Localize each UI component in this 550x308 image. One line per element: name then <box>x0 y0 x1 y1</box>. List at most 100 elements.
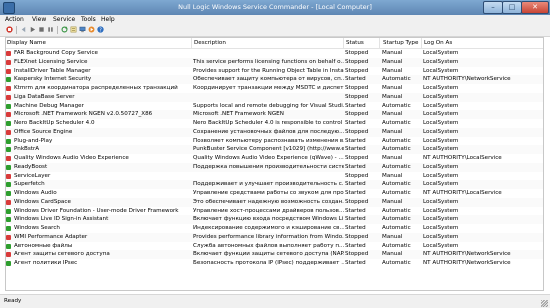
table-row[interactable]: ServiceLayer Stopped Manual LocalSystem <box>5 172 544 181</box>
status-text: Ready <box>4 298 22 304</box>
service-stopped-icon <box>6 199 11 205</box>
table-row[interactable]: PnkBstrA PunkBuster Service Component [v1… <box>5 145 544 154</box>
table-row[interactable]: Liga DataBase Server Stopped Manual LocalSy… <box>5 92 544 102</box>
cell-startup-type: Manual <box>382 198 403 205</box>
cell-status: Stopped <box>345 198 369 205</box>
cell-status: Started <box>345 225 366 231</box>
play-icon[interactable] <box>29 26 36 33</box>
cell-log-on-as: LocalSystem <box>423 242 459 249</box>
column-divider[interactable] <box>379 38 380 48</box>
table-row[interactable]: Machine Debug Manager Supports local and … <box>5 102 544 111</box>
toolbar-separator <box>57 26 58 34</box>
cell-display-name: ReadyBoost <box>14 163 48 170</box>
table-row[interactable]: Автономные файлы Служба автономных файлов… <box>5 242 544 251</box>
table-row[interactable]: Plug-and-Play Позволяет компьютеру распоз… <box>5 137 544 146</box>
column-divider[interactable] <box>343 38 344 48</box>
cell-log-on-as: LocalSystem <box>423 120 459 126</box>
cell-status: Started <box>345 120 366 126</box>
table-row[interactable]: Ktmrm для координатора распределенных тр… <box>5 84 544 93</box>
cell-status: Started <box>345 181 366 188</box>
cell-description: Microsoft .NET Framework NGEN <box>193 111 284 118</box>
computer-icon[interactable] <box>79 26 86 33</box>
table-row[interactable]: Агент политики IPsec Безопасность протоко… <box>5 259 544 268</box>
table-row[interactable]: Windows Search Индексирование содержимого… <box>5 224 544 233</box>
service-stopped-icon <box>6 112 11 118</box>
table-row[interactable]: Nero BackItUp Scheduler 4.0 Nero BackItUp… <box>5 119 544 128</box>
column-header-startup-type[interactable]: Startup Type <box>383 40 418 46</box>
column-divider[interactable] <box>421 38 422 48</box>
cell-log-on-as: NT AUTHORITY\LocalService <box>423 155 502 161</box>
title-bar[interactable]: Null Logic Windows Service Commander - [… <box>0 0 550 15</box>
export-icon[interactable] <box>88 26 95 33</box>
cell-log-on-as: LocalSystem <box>423 207 459 214</box>
help-icon[interactable]: ? <box>97 26 104 33</box>
cell-display-name: Ktmrm для координатора распределенных тр… <box>14 85 178 91</box>
table-row[interactable]: WMI Performance Adapter Provides performa… <box>5 232 544 242</box>
table-row[interactable]: Windows CardSpace Это обеспечивает надежн… <box>5 197 544 207</box>
table-row[interactable]: Superfetch Поддерживает и улучшает произв… <box>5 180 544 189</box>
cell-display-name: ServiceLayer <box>14 172 51 179</box>
table-row[interactable]: Quality Windows Audio Video Experience Qu… <box>5 154 544 163</box>
table-row[interactable]: Windows Driver Foundation - User-mode Dr… <box>5 207 544 216</box>
cell-status: Started <box>345 163 366 170</box>
column-header-log-on-as[interactable]: Log On As <box>424 40 452 46</box>
menu-help[interactable]: Help <box>101 16 115 23</box>
table-row[interactable]: Microsoft .NET Framework NGEN v2.0.50727… <box>5 110 544 119</box>
table-row[interactable]: Windows Live ID Sign-in Assistant Включае… <box>5 215 544 224</box>
stop-red-icon[interactable] <box>6 26 13 33</box>
cell-log-on-as: LocalSystem <box>423 137 459 144</box>
cell-startup-type: Automatic <box>382 137 411 144</box>
menu-service[interactable]: Service <box>53 16 75 23</box>
service-stopped-icon <box>6 86 11 91</box>
cell-description: Provides support for the Running Object … <box>193 67 344 74</box>
cell-startup-type: Automatic <box>382 120 411 126</box>
cell-status: Started <box>345 190 366 196</box>
table-row[interactable]: Windows Audio Управление средствами работ… <box>5 189 544 198</box>
cell-status: Stopped <box>345 172 369 179</box>
cell-status: Stopped <box>345 67 369 74</box>
resize-grip-icon[interactable] <box>541 300 548 307</box>
cell-startup-type: Automatic <box>382 242 411 249</box>
cell-status: Started <box>345 216 366 223</box>
cell-startup-type: Manual <box>382 50 403 56</box>
maximize-button[interactable]: □ <box>502 1 522 14</box>
pause-icon[interactable] <box>47 26 54 33</box>
table-row[interactable]: FLEXnet Licensing Service This service pe… <box>5 57 544 67</box>
cell-status: Started <box>345 76 366 83</box>
table-row[interactable]: Агент защиты сетевого доступа Включает фу… <box>5 250 544 259</box>
table-row[interactable]: Kaspersky Internet Security Обеспечивает … <box>5 75 544 84</box>
minimize-button[interactable]: – <box>483 1 503 14</box>
table-row[interactable]: Office Source Engine Сохранение установоч… <box>5 127 544 137</box>
services-list: FAR Background Copy Service Stopped Manual… <box>5 49 544 290</box>
cell-description: This service performs licensing function… <box>193 58 344 65</box>
cell-log-on-as: NT AUTHORITY\NetworkService <box>423 251 511 258</box>
column-header-display-name[interactable]: Display Name <box>7 40 46 46</box>
column-divider[interactable] <box>191 38 192 48</box>
cell-status: Stopped <box>345 233 369 240</box>
refresh-icon[interactable] <box>61 26 68 33</box>
cell-startup-type: Automatic <box>382 102 411 109</box>
service-started-icon <box>6 147 11 153</box>
cell-display-name: Microsoft .NET Framework NGEN v2.0.50727… <box>14 111 153 118</box>
menu-action[interactable]: Action <box>5 16 24 23</box>
column-header-description[interactable]: Description <box>194 40 226 46</box>
cell-status: Stopped <box>345 85 369 91</box>
cell-display-name: Kaspersky Internet Security <box>14 76 92 83</box>
cell-status: Stopped <box>345 251 369 258</box>
properties-icon[interactable] <box>70 26 77 33</box>
cell-description: Индексирование содержимого и кэширование… <box>193 225 344 231</box>
menu-tools[interactable]: Tools <box>81 16 96 23</box>
cell-status: Stopped <box>345 50 369 56</box>
table-row[interactable]: InstallDriver Table Manager Provides supp… <box>5 67 544 76</box>
cell-log-on-as: LocalSystem <box>423 233 459 240</box>
cell-startup-type: Manual <box>382 172 403 179</box>
table-row[interactable]: FAR Background Copy Service Stopped Manual… <box>5 49 544 58</box>
menu-view[interactable]: View <box>32 16 46 23</box>
stop-icon[interactable] <box>38 26 45 33</box>
column-header-status[interactable]: Status <box>346 40 364 46</box>
close-button[interactable]: ✕ <box>521 1 549 14</box>
table-row[interactable]: ReadyBoost Поддержка повышения производит… <box>5 162 544 172</box>
back-icon[interactable] <box>20 26 27 33</box>
cell-log-on-as: LocalSystem <box>423 198 459 205</box>
svg-text:?: ? <box>99 27 102 33</box>
